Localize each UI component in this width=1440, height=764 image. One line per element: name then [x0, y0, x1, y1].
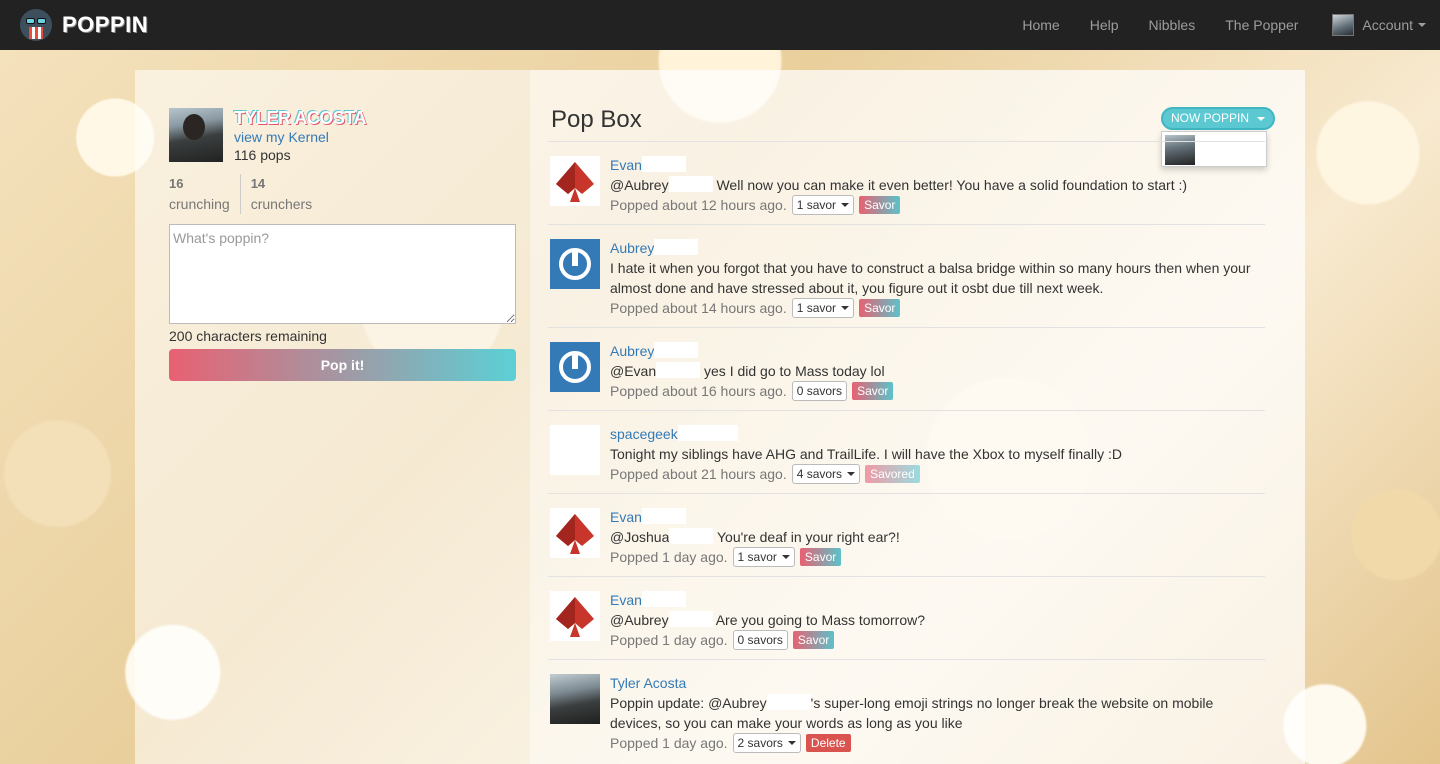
now-poppin-dropdown[interactable]: NOW POPPIN	[1161, 107, 1276, 130]
popcorn-logo-icon	[20, 9, 52, 41]
post-username[interactable]: Evan	[610, 590, 642, 610]
chars-remaining: 200 characters remaining	[169, 328, 327, 344]
post-time: Popped about 21 hours ago.	[610, 466, 787, 482]
post-username[interactable]: Evan	[610, 155, 642, 175]
post-username[interactable]: Aubrey	[610, 238, 654, 258]
pop-feed: Evan @Aubrey Well now you can make it ev…	[530, 141, 1305, 762]
spade-icon	[556, 514, 594, 554]
brand[interactable]: POPPIN	[20, 9, 148, 41]
post-time: Popped 1 day ago.	[610, 549, 728, 565]
profile-panel: TYLER ACOSTA view my Kernel 116 pops 16 …	[135, 70, 530, 764]
savor-button[interactable]: Savor	[859, 196, 901, 214]
pop-box-title: Pop Box	[551, 106, 642, 133]
nav-home[interactable]: Home	[1007, 0, 1074, 50]
post-time: Popped about 16 hours ago.	[610, 383, 787, 399]
view-kernel-link[interactable]: view my Kernel	[234, 128, 366, 146]
chevron-down-icon	[1257, 116, 1266, 121]
post-item: Evan @Aubrey Well now you can make it ev…	[548, 141, 1265, 224]
post-text: Poppin update: @Aubrey's super-long emoj…	[610, 694, 1214, 731]
chevron-down-icon	[781, 555, 790, 559]
post-text: @Joshua You're deaf in your right ear?!	[610, 528, 900, 545]
post-item: Aubrey I hate it when you forgot that yo…	[548, 224, 1265, 327]
user-avatar[interactable]	[550, 508, 600, 558]
follow-stats: 16 crunching 14 crunchers	[169, 174, 322, 214]
nav-nibbles[interactable]: Nibbles	[1134, 0, 1211, 50]
top-navbar: POPPIN Home Help Nibbles The Popper Acco…	[0, 0, 1440, 50]
now-poppin-label: NOW POPPIN	[1171, 111, 1250, 125]
nav-the-popper[interactable]: The Popper	[1210, 0, 1313, 50]
post-item: Evan @Joshua You're deaf in your right e…	[548, 493, 1265, 576]
post-time: Popped about 12 hours ago.	[610, 197, 787, 213]
post-text: Tonight my siblings have AHG and TrailLi…	[610, 446, 1123, 462]
profile-name: TYLER ACOSTA	[234, 108, 367, 128]
account-label: Account	[1362, 17, 1413, 33]
spade-icon	[556, 162, 594, 202]
spade-icon	[556, 597, 594, 637]
brand-name: POPPIN	[62, 12, 149, 37]
pop-it-button[interactable]: Pop it!	[169, 349, 516, 381]
chevron-down-icon	[841, 306, 850, 310]
savor-button[interactable]: Savor	[799, 548, 842, 566]
user-avatar[interactable]	[550, 239, 600, 289]
savor-button[interactable]: Savor	[792, 631, 835, 649]
savors-dropdown[interactable]: 0 savors	[732, 630, 788, 650]
post-text: @Aubrey Well now you can make it even be…	[610, 176, 1188, 193]
user-avatar[interactable]	[550, 591, 600, 641]
crunching-count: 16	[169, 176, 184, 191]
account-menu[interactable]: Account	[1313, 14, 1426, 36]
post-time: Popped 1 day ago.	[610, 735, 728, 751]
user-avatar[interactable]	[550, 425, 600, 475]
profile-avatar[interactable]	[169, 108, 223, 162]
account-avatar	[1332, 14, 1355, 36]
delete-button[interactable]: Delete	[805, 734, 851, 752]
post-text: @Aubrey Are you going to Mass tomorrow?	[610, 611, 926, 628]
chevron-down-icon	[787, 741, 796, 745]
post-item: Aubrey @Evan yes I did go to Mass today …	[548, 327, 1265, 410]
post-username[interactable]: Aubrey	[610, 341, 654, 361]
post-item: Tyler Acosta Poppin update: @Aubrey's su…	[548, 659, 1265, 762]
nav-help[interactable]: Help	[1075, 0, 1134, 50]
post-item: spacegeek Tonight my siblings have AHG a…	[548, 410, 1265, 493]
pop-input[interactable]	[169, 224, 516, 324]
post-item: Evan @Aubrey Are you going to Mass tomor…	[548, 576, 1265, 659]
power-icon	[559, 248, 591, 280]
post-text: @Evan yes I did go to Mass today lol	[610, 362, 885, 379]
pops-count: 116 pops	[234, 147, 291, 163]
savors-dropdown[interactable]: 4 savors	[791, 464, 861, 484]
savored-button[interactable]: Savored	[865, 465, 920, 483]
post-time: Popped about 14 hours ago.	[610, 300, 787, 316]
nav-links: Home Help Nibbles The Popper Account	[1007, 0, 1426, 50]
savors-dropdown[interactable]: 1 savor	[791, 298, 855, 318]
post-text: I hate it when you forgot that you have …	[610, 260, 1251, 296]
user-avatar[interactable]	[550, 156, 600, 206]
savor-button[interactable]: Savor	[852, 382, 894, 400]
crunching-label: crunching	[169, 196, 230, 212]
chevron-down-icon	[1418, 23, 1426, 27]
profile-card: TYLER ACOSTA view my Kernel 116 pops	[169, 108, 367, 164]
pop-box-panel: Pop Box NOW POPPIN Evan @Aubrey Well now…	[530, 70, 1305, 764]
savors-dropdown[interactable]: 1 savor	[791, 195, 855, 215]
post-username[interactable]: spacegeek	[610, 424, 678, 444]
crunchers-label: crunchers	[250, 196, 313, 212]
savor-button[interactable]: Savor	[859, 299, 901, 317]
chevron-down-icon	[847, 472, 856, 476]
crunchers-count: 14	[250, 176, 266, 191]
post-username[interactable]: Evan	[610, 507, 642, 527]
chevron-down-icon	[841, 203, 850, 207]
savors-dropdown[interactable]: 2 savors	[732, 733, 801, 753]
user-avatar[interactable]	[550, 342, 600, 392]
crunchers-stat[interactable]: 14 crunchers	[239, 174, 322, 214]
savors-dropdown[interactable]: 1 savor	[732, 547, 795, 567]
power-icon	[559, 351, 591, 383]
savors-dropdown[interactable]: 0 savors	[791, 381, 848, 401]
user-avatar[interactable]	[550, 674, 600, 724]
post-time: Popped 1 day ago.	[610, 632, 728, 648]
post-username[interactable]: Tyler Acosta	[610, 673, 686, 693]
crunching-stat[interactable]: 16 crunching	[169, 174, 240, 214]
